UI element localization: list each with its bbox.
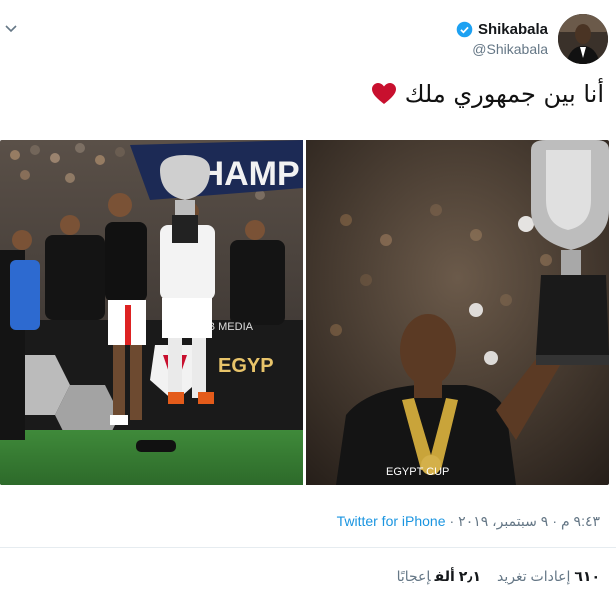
sign-text: EGYP bbox=[218, 355, 274, 377]
author-display-name[interactable]: Shikabala bbox=[478, 21, 548, 38]
divider bbox=[0, 547, 616, 548]
meta-separator: · bbox=[449, 513, 455, 529]
tweet-date[interactable]: ٩ سبتمبر، ٢٠١٩ bbox=[458, 513, 548, 530]
author-handle[interactable]: @Shikabala bbox=[456, 41, 548, 57]
tweet-source-link[interactable]: Twitter for iPhone bbox=[337, 513, 446, 530]
watermark-text: ماح DIAB MEDIA bbox=[170, 321, 254, 333]
tweet-text-content: أنا بين جمهوري ملك bbox=[404, 80, 604, 108]
avatar[interactable] bbox=[558, 14, 608, 64]
chevron-down-icon[interactable] bbox=[4, 22, 18, 36]
tweet-time[interactable]: ٩:٤٣ م bbox=[561, 513, 600, 530]
tweet-card: Shikabala @Shikabala أنا بين جمهوري ملك bbox=[0, 0, 616, 600]
heart-emoji-icon bbox=[371, 83, 396, 104]
tweet-meta: ٩:٤٣ م · ٩ سبتمبر، ٢٠١٩ · Twitter for iP… bbox=[337, 513, 600, 530]
retweets-label: إعادات تغريد bbox=[497, 568, 571, 584]
tweet-text: أنا بين جمهوري ملك bbox=[371, 80, 604, 108]
retweets-count: ٦١٠ bbox=[574, 568, 600, 584]
tweet-stats: ٦١٠إعادات تغريد ٢٫١ ألفإعجابًا bbox=[397, 568, 600, 585]
likes-count: ٢٫١ ألف bbox=[434, 568, 482, 584]
media-photo-trophy[interactable]: EGYPT CUP bbox=[306, 140, 609, 485]
tweet-media: CHAMP EGYP ماح DIAB MEDIA EGYPT CUP bbox=[0, 140, 609, 485]
meta-separator: · bbox=[552, 513, 557, 529]
author-names[interactable]: Shikabala @Shikabala bbox=[456, 21, 548, 57]
likes-label: إعجابًا bbox=[396, 568, 431, 584]
verified-badge-icon bbox=[456, 21, 473, 38]
shirt-text: EGYPT CUP bbox=[386, 466, 449, 478]
likes-stat[interactable]: ٢٫١ ألفإعجابًا bbox=[397, 568, 481, 585]
tweet-author[interactable]: Shikabala @Shikabala bbox=[456, 14, 608, 64]
retweets-stat[interactable]: ٦١٠إعادات تغريد bbox=[497, 568, 600, 585]
media-photo-celebration[interactable]: CHAMP EGYP ماح DIAB MEDIA bbox=[0, 140, 303, 485]
